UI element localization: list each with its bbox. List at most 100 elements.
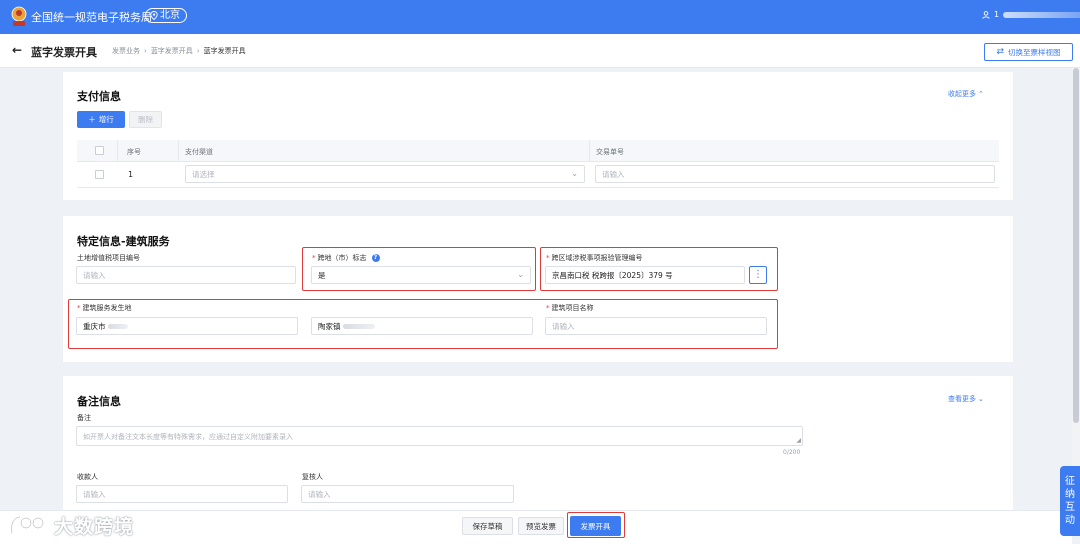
user-name-blurred [1003,11,1080,18]
project-name-label-text: 建筑项目名称 [551,304,594,312]
view-more-label: 查看更多 [948,395,976,403]
watermark-logo-icon [10,515,45,535]
remark-textarea[interactable]: 如开票人对备注文本长度等有特殊需求，应通过自定义附加要素录入 ◢ [76,426,803,446]
land-tax-label: 土地增值税项目编号 [77,253,140,263]
payee-input[interactable]: 请输入 [76,485,288,503]
more-options-button[interactable]: ⋮ [749,266,767,284]
chevron-up-icon: ⌃ [978,90,984,98]
column-header-channel: 支付渠道 [185,148,213,156]
cross-region-mgmt-label-text: 跨区域涉税事项报验管理编号 [551,254,643,262]
service-location-city-input[interactable]: 重庆市 [76,317,298,335]
project-name-placeholder: 请输入 [552,321,575,331]
column-divider [117,140,118,162]
side-panel-char: 互 [1065,502,1075,513]
page-header: ← 蓝字发票开具 发票业务 › 蓝字发票开具 › 蓝字发票开具 ⇄ 切换至票样视… [0,34,1080,68]
add-row-label: 增行 [98,115,114,124]
tax-emblem-icon [11,6,27,26]
construction-service-section: 特定信息-建筑服务 土地增值税项目编号 请输入 * 跨地（市）标志 ? 是 ⌄ … [63,216,1013,362]
column-header-txn: 交易单号 [596,148,624,156]
remark-section: 备注信息 查看更多 ⌄ 备注 如开票人对备注文本长度等有特殊需求，应通过自定义附… [63,376,1013,510]
breadcrumb-item[interactable]: 发票业务 [112,46,140,56]
help-icon[interactable]: ? [371,254,380,262]
app-title: 全国统一规范电子税务局 [31,11,152,24]
cross-region-flag-label-text: 跨地（市）标志 [317,254,367,262]
payment-section: 支付信息 收起更多 ⌃ ＋ 增行 删除 序号 支付渠道 交易单号 1 请选择 ⌄… [63,72,1013,200]
required-mark: * [546,254,550,262]
payment-channel-placeholder: 请选择 [192,169,215,179]
transaction-number-placeholder: 请输入 [602,169,625,179]
action-bar: 保存草稿 预览发票 发票开具 [0,510,1072,544]
side-panel-char: 动 [1065,515,1075,526]
user-menu[interactable]: 1 [982,10,1080,19]
remark-label: 备注 [77,413,91,423]
project-name-input[interactable]: 请输入 [545,317,767,335]
cross-region-mgmt-label: * 跨区域涉税事项报验管理编号 [546,253,643,263]
cross-region-flag-select[interactable]: 是 ⌄ [311,266,531,284]
preview-invoice-button[interactable]: 预览发票 [518,517,564,535]
watermark: 大数跨境 [8,510,134,540]
transaction-number-input[interactable]: 请输入 [595,165,995,183]
project-name-label: * 建筑项目名称 [546,303,594,313]
swap-icon: ⇄ [996,47,1005,57]
save-draft-button[interactable]: 保存草稿 [462,517,513,535]
location-pin-icon [150,11,158,20]
cross-region-mgmt-input[interactable]: 京昌南口税 税跨报〔2025〕379 号 [545,266,745,284]
land-tax-placeholder: 请输入 [83,270,106,280]
switch-view-label: 切换至票样视图 [1008,47,1061,57]
more-vertical-icon: ⋮ [753,269,763,280]
chevron-right-icon: › [144,47,147,55]
back-arrow-icon[interactable]: ← [12,44,22,56]
region-label: 北京 [160,10,180,21]
side-panel-char: 征 [1065,476,1075,487]
resize-handle-icon[interactable]: ◢ [796,438,801,444]
cross-region-mgmt-value: 京昌南口税 税跨报〔2025〕379 号 [552,270,673,280]
delete-button[interactable]: 删除 [129,111,162,128]
payee-placeholder: 请输入 [83,489,106,499]
row-checkbox[interactable] [95,170,104,179]
page-scrollbar[interactable] [1072,68,1080,508]
chevron-right-icon: › [196,47,200,55]
chevron-down-icon: ⌄ [517,270,524,279]
user-name-prefix: 1 [994,10,1000,19]
service-location-detail-input[interactable]: 陶家镇 [311,317,533,335]
service-location-label-text: 建筑服务发生地 [82,304,132,312]
payee-label: 收款人 [77,472,98,482]
row-index: 1 [128,170,134,179]
required-mark: * [546,304,550,312]
plus-icon: ＋ [88,115,96,124]
breadcrumb-item[interactable]: 蓝字发票开具 [151,46,193,56]
required-mark: * [77,304,81,312]
table-row: 1 请选择 ⌄ 请输入 [77,162,999,188]
reviewer-label: 复核人 [302,472,323,482]
table-header: 序号 支付渠道 交易单号 [77,140,999,162]
service-location-detail-value: 陶家镇 [318,321,341,331]
collapse-more-label: 收起更多 [948,90,976,98]
remark-label-text: 备注 [77,414,91,422]
column-divider [178,140,179,162]
select-all-checkbox[interactable] [95,146,104,155]
view-more-link[interactable]: 查看更多 ⌄ [948,394,984,404]
reviewer-placeholder: 请输入 [308,489,331,499]
character-counter: 0/200 [783,449,801,456]
cross-region-flag-value: 是 [318,270,326,280]
reviewer-input[interactable]: 请输入 [301,485,514,503]
collapse-more-link[interactable]: 收起更多 ⌃ [948,89,984,99]
payee-label-text: 收款人 [77,473,98,481]
switch-view-button[interactable]: ⇄ 切换至票样视图 [984,43,1073,61]
section-title: 支付信息 [77,90,121,103]
cross-region-flag-label: * 跨地（市）标志 ? [312,253,380,263]
required-mark: * [312,254,316,262]
payment-channel-select[interactable]: 请选择 ⌄ [185,165,585,183]
breadcrumb: 发票业务 › 蓝字发票开具 › 蓝字发票开具 [112,46,246,56]
remark-placeholder: 如开票人对备注文本长度等有特殊需求，应通过自定义附加要素录入 [83,433,293,441]
issue-invoice-button[interactable]: 发票开具 [570,516,621,536]
user-icon [982,10,990,19]
add-row-button[interactable]: ＋ 增行 [77,111,125,128]
breadcrumb-current: 蓝字发票开具 [203,47,246,55]
land-tax-project-input[interactable]: 请输入 [76,266,296,284]
column-divider [589,140,590,162]
service-location-city-value: 重庆市 [83,321,106,331]
interaction-side-panel[interactable]: 征 纳 互 动 [1060,466,1080,536]
scrollbar-thumb[interactable] [1073,68,1079,423]
region-selector[interactable]: 北京 [145,8,187,23]
